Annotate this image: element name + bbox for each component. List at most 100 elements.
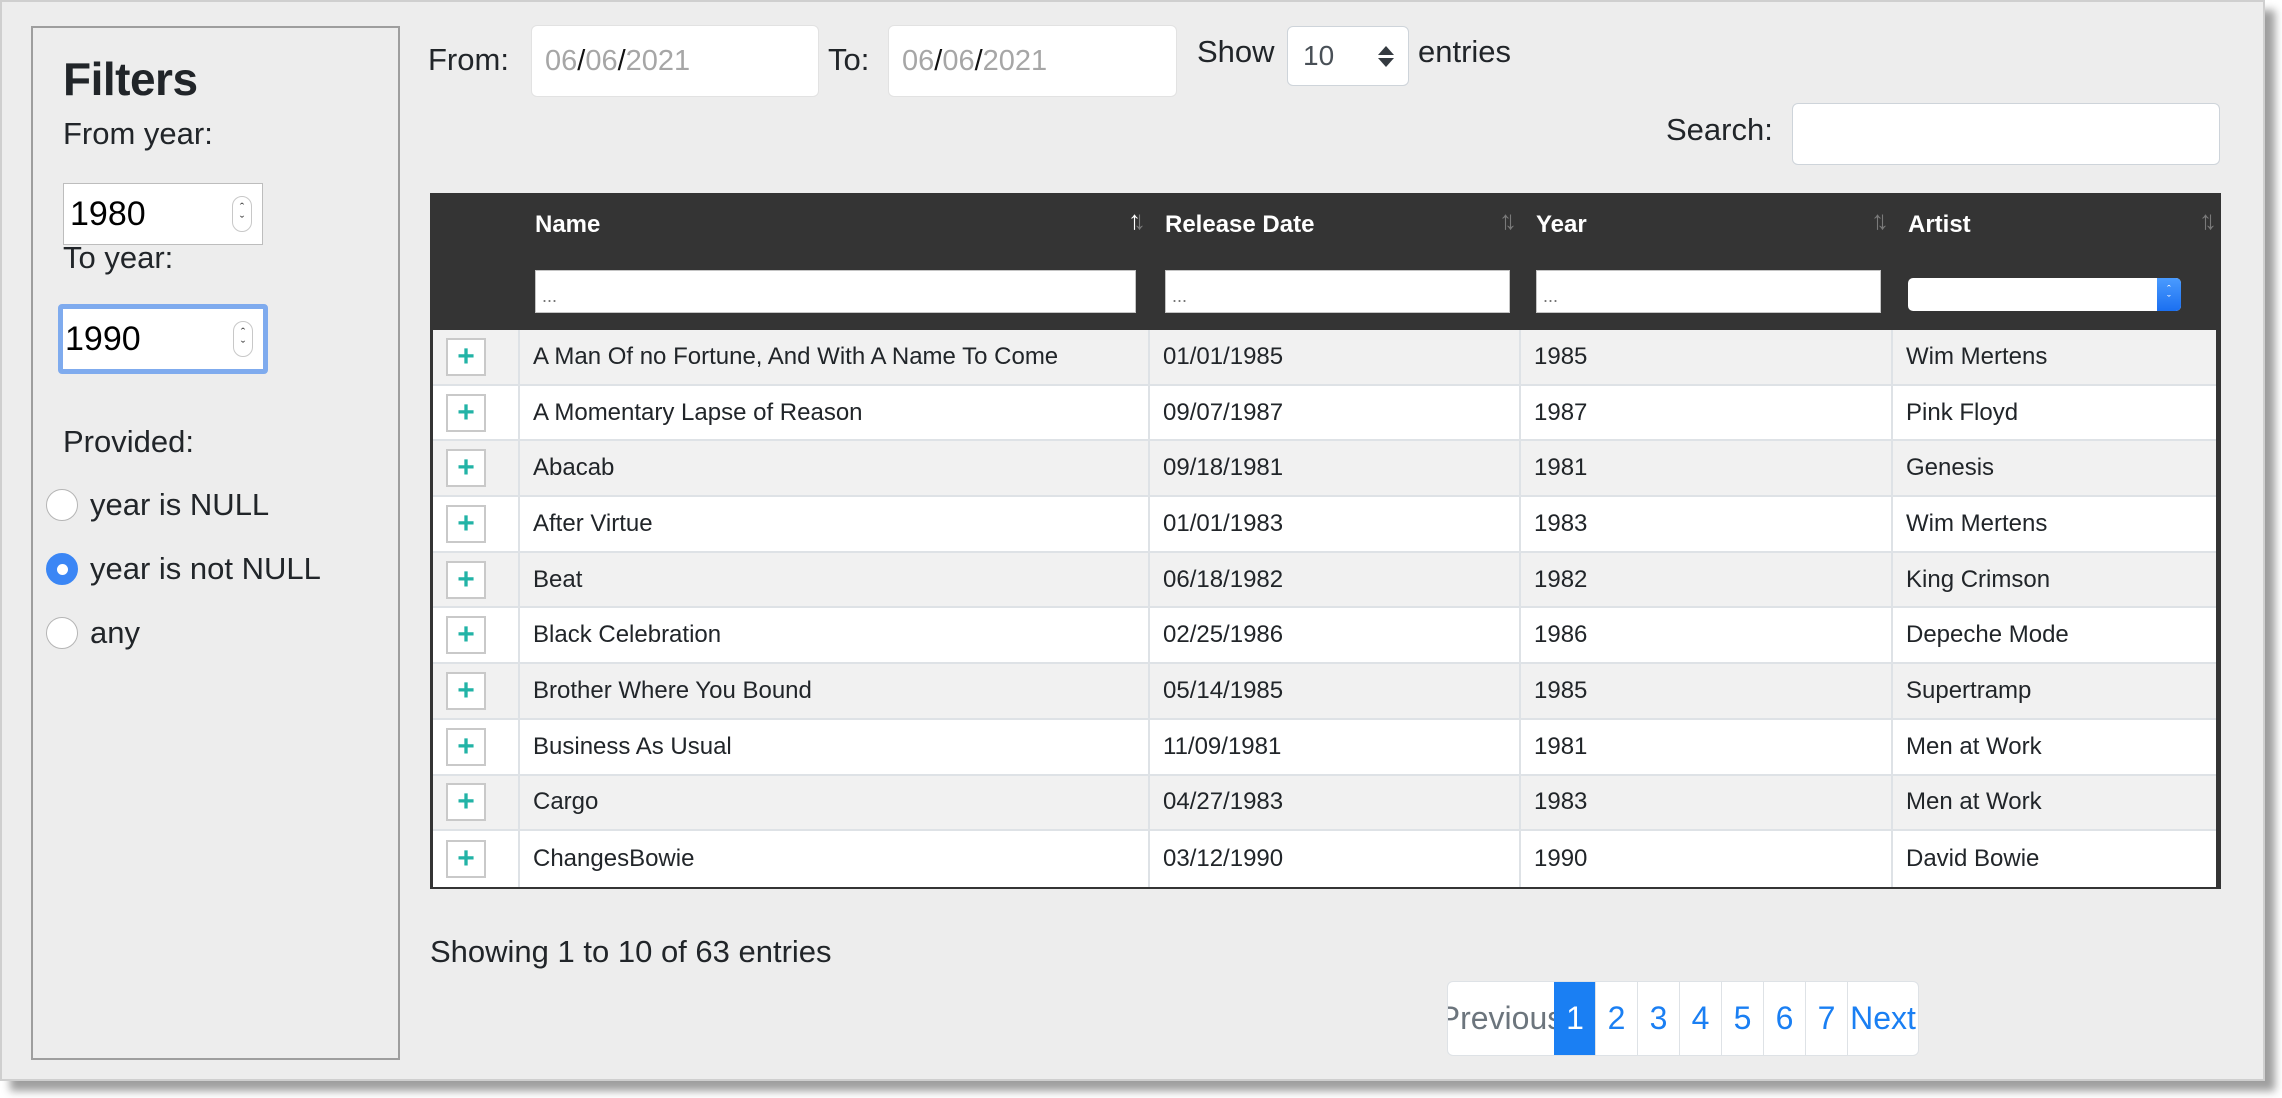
header-artist[interactable]: Artist ↑↓ ˆˇ [1893,193,2221,330]
cell-year: 1982 [1521,552,1893,607]
header-release-date-label: Release Date [1165,211,1315,238]
header-name[interactable]: Name ↑↓ [520,193,1150,330]
cell-release-date: 11/09/1981 [1150,719,1521,774]
expand-row-button[interactable]: + [446,783,486,822]
plus-icon: + [457,339,475,373]
expand-row-button[interactable]: + [446,393,486,432]
filters-title: Filters [63,53,198,105]
to-date-input[interactable]: 06/06/2021 [888,25,1177,97]
sort-icon[interactable]: ↑↓ [1499,205,1517,236]
chevron-down-icon: ˇ [239,213,245,228]
radio-button[interactable] [46,489,78,521]
header-control-column [430,193,520,330]
cell-artist: Men at Work [1906,788,2042,816]
expand-cell: + [433,664,520,718]
from-date-label: From: [428,42,509,77]
entries-per-page-select[interactable]: 10 [1287,26,1409,86]
expand-row-button[interactable]: + [446,727,486,766]
from-date-input[interactable]: 06/06/2021 [531,25,819,97]
to-year-input[interactable]: 1990 ˆˇ [58,304,268,374]
expand-cell: + [433,385,520,440]
cell-release-date: 05/14/1985 [1150,664,1521,718]
radio-button-checked[interactable] [46,553,78,585]
pagination: Previous 1234567 Next [1447,981,1919,1056]
header-year[interactable]: Year ↑↓ [1521,193,1893,330]
cell-artist: Genesis [1906,454,1995,482]
page-button[interactable]: 2 [1595,982,1637,1055]
table-row: + A Momentary Lapse of Reason 09/07/1987 19… [433,385,2216,442]
expand-row-button[interactable]: + [446,616,486,655]
page-button[interactable]: 3 [1637,982,1679,1055]
page-button[interactable]: 6 [1763,982,1805,1055]
cell-name: ChangesBowie [520,831,1150,887]
expand-row-button[interactable]: + [446,504,486,543]
plus-icon: + [457,785,475,819]
from-year-stepper[interactable]: ˆˇ [232,196,252,232]
to-month: 06 [902,44,935,77]
plus-icon: + [457,395,475,429]
cell-year: 1987 [1521,385,1893,440]
cell-artist: Pink Floyd [1906,398,2019,426]
table-row: + Business As Usual 11/09/1981 1981 Men at W… [433,719,2216,776]
expand-row-button[interactable]: + [446,840,486,879]
cell-release-date: 03/12/1990 [1150,831,1521,887]
cell-name: Beat [520,552,1150,607]
to-day: 06 [942,44,975,77]
entries-per-page-value: 10 [1303,40,1335,71]
cell-year: 1985 [1521,664,1893,718]
cell-artist: Depeche Mode [1906,621,2069,649]
page-button[interactable]: 7 [1805,982,1847,1055]
to-year: 2021 [982,44,1048,77]
year-filter-input[interactable] [1536,270,1881,313]
previous-page-button[interactable]: Previous [1448,982,1563,1055]
sort-icon[interactable]: ↑↓ [2199,205,2217,236]
cell-artist: Supertramp [1906,676,2032,704]
cell-release-date: 06/18/1982 [1150,552,1521,607]
header-release-date[interactable]: Release Date ↑↓ [1150,193,1521,330]
radio-label: any [90,615,140,650]
to-year-stepper[interactable]: ˆˇ [233,321,253,357]
cell-release-date: 01/01/1983 [1150,497,1521,551]
sort-ascending-icon[interactable]: ↑↓ [1128,205,1146,236]
table-row: + After Virtue 01/01/1983 1983 Wim Mertens [433,497,2216,553]
cell-artist: Wim Mertens [1906,509,2048,537]
header-year-label: Year [1536,211,1587,238]
name-filter-input[interactable] [535,270,1136,313]
radio-label: year is NULL [90,487,270,522]
release-date-filter-input[interactable] [1165,270,1510,313]
chevron-down-icon: ˇ [240,338,246,353]
page-button[interactable]: 5 [1721,982,1763,1055]
expand-row-button[interactable]: + [446,671,486,710]
page-button[interactable]: 4 [1679,982,1721,1055]
expand-cell: + [433,497,520,551]
cell-year: 1985 [1521,330,1893,384]
radio-label: year is not NULL [90,551,321,586]
expand-cell: + [433,441,520,496]
cell-name: Black Celebration [520,608,1150,663]
expand-cell: + [433,552,520,607]
search-input[interactable] [1792,103,2220,165]
albums-table: Name ↑↓ Release Date ↑↓ Year ↑↓ Artist ↑… [430,193,2221,889]
expand-row-button[interactable]: + [446,337,486,376]
select-chevrons-icon: ˆˇ [2157,278,2181,311]
radio-any[interactable]: any [46,615,140,651]
next-page-button[interactable]: Next [1847,982,1918,1055]
page-button-active[interactable]: 1 [1554,982,1595,1055]
cell-release-date: 01/01/1985 [1150,330,1521,384]
header-artist-label: Artist [1908,211,1971,238]
cell-year: 1981 [1521,441,1893,496]
table-row: + ChangesBowie 03/12/1990 1990 David Bowie [433,831,2216,887]
expand-row-button[interactable]: + [446,449,486,488]
table-body: + A Man Of no Fortune, And With A Name To… [433,330,2216,887]
cell-artist: King Crimson [1906,565,2051,593]
from-year-label: From year: [63,116,213,151]
expand-row-button[interactable]: + [446,560,486,599]
radio-button[interactable] [46,617,78,649]
from-year-input[interactable]: 1980 ˆˇ [63,183,263,245]
table-row: + Abacab 09/18/1981 1981 Genesis [433,441,2216,498]
provided-label: Provided: [63,424,194,459]
radio-year-is-null[interactable]: year is NULL [46,487,269,523]
sort-icon[interactable]: ↑↓ [1871,205,1889,236]
radio-year-is-not-null[interactable]: year is not NULL [46,551,321,587]
artist-filter-select[interactable]: ˆˇ [1908,278,2181,311]
